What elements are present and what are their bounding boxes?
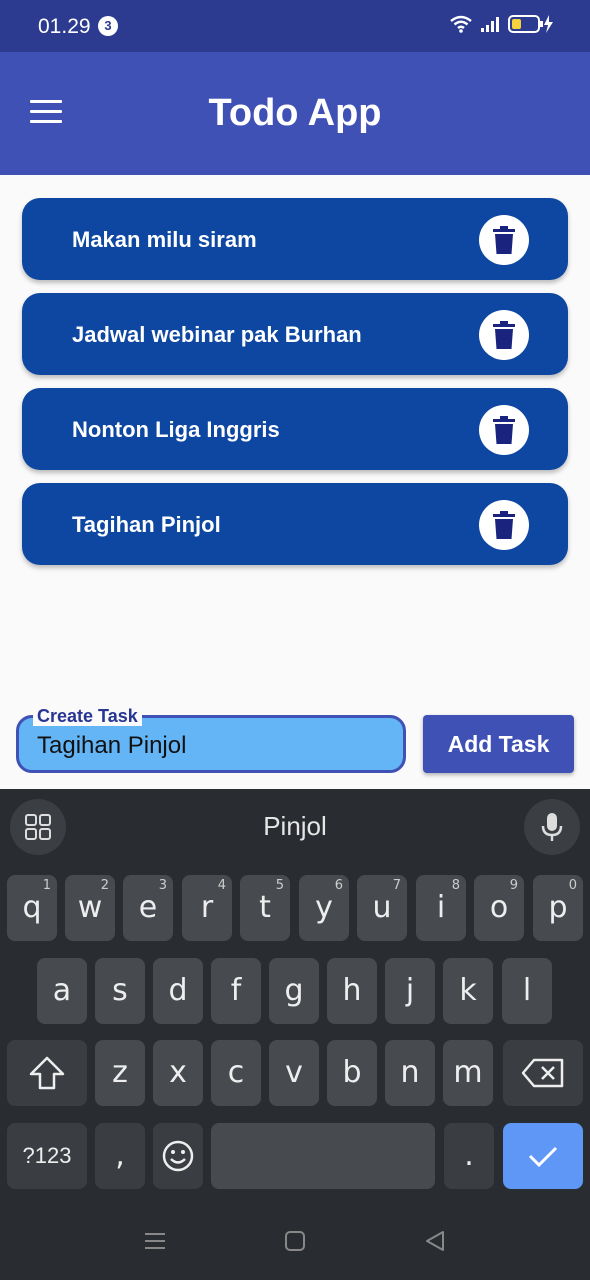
- key-r[interactable]: r4: [182, 875, 232, 941]
- key-u[interactable]: u7: [357, 875, 407, 941]
- emoji-key[interactable]: [153, 1123, 203, 1189]
- key-z[interactable]: z: [95, 1040, 145, 1106]
- key-j[interactable]: j: [385, 958, 435, 1024]
- key-w[interactable]: w2: [65, 875, 115, 941]
- key-n[interactable]: n: [385, 1040, 435, 1106]
- delete-task-button[interactable]: [479, 215, 529, 265]
- backspace-key[interactable]: [503, 1040, 583, 1106]
- key-y[interactable]: y6: [299, 875, 349, 941]
- trash-icon: [493, 226, 515, 254]
- create-task-field[interactable]: Create Task: [16, 706, 406, 773]
- wifi-icon: [450, 15, 472, 33]
- key-o[interactable]: o9: [474, 875, 524, 941]
- key-t[interactable]: t5: [240, 875, 290, 941]
- shift-key[interactable]: [7, 1040, 87, 1106]
- system-nav-bar: [0, 1210, 590, 1280]
- task-label: Nonton Liga Inggris: [72, 417, 280, 442]
- trash-icon: [493, 321, 515, 349]
- key-l[interactable]: l: [502, 958, 552, 1024]
- shift-icon: [29, 1056, 65, 1090]
- task-label: Makan milu siram: [72, 227, 257, 252]
- key-p[interactable]: p0: [533, 875, 583, 941]
- trash-icon: [493, 511, 515, 539]
- microphone-icon[interactable]: [524, 799, 580, 855]
- key-e[interactable]: e3: [123, 875, 173, 941]
- comma-key[interactable]: ,: [95, 1123, 145, 1189]
- add-task-button[interactable]: Add Task: [423, 715, 574, 773]
- delete-task-button[interactable]: [479, 500, 529, 550]
- symbols-key[interactable]: ?123: [7, 1123, 87, 1189]
- home-icon[interactable]: [284, 1230, 306, 1252]
- period-key[interactable]: .: [444, 1123, 494, 1189]
- task-item[interactable]: Nonton Liga Inggris: [22, 388, 568, 470]
- key-c[interactable]: c: [211, 1040, 261, 1106]
- task-label: Tagihan Pinjol: [72, 512, 221, 537]
- trash-icon: [493, 416, 515, 444]
- keyboard: Pinjol q1 w2 e3 r4 t5 y6 u7 i8 o9 p0 a s…: [0, 789, 590, 1280]
- status-icons: [450, 14, 554, 34]
- key-g[interactable]: g: [269, 958, 319, 1024]
- task-item[interactable]: Makan milu siram: [22, 198, 568, 280]
- notification-badge: 3: [98, 16, 118, 36]
- key-b[interactable]: b: [327, 1040, 377, 1106]
- create-task-label: Create Task: [33, 706, 142, 726]
- backspace-icon: [521, 1058, 564, 1088]
- key-i[interactable]: i8: [416, 875, 466, 941]
- delete-task-button[interactable]: [479, 405, 529, 455]
- key-s[interactable]: s: [95, 958, 145, 1024]
- task-item[interactable]: Tagihan Pinjol: [22, 483, 568, 565]
- create-task-input[interactable]: [37, 732, 387, 760]
- enter-key[interactable]: [503, 1123, 583, 1189]
- recent-apps-icon[interactable]: [144, 1230, 166, 1252]
- app-title: Todo App: [208, 92, 382, 134]
- keyboard-suggestion[interactable]: Pinjol: [0, 811, 590, 842]
- status-time: 01.29: [38, 15, 91, 38]
- key-v[interactable]: v: [269, 1040, 319, 1106]
- task-item[interactable]: Jadwal webinar pak Burhan: [22, 293, 568, 375]
- task-label: Jadwal webinar pak Burhan: [72, 322, 362, 347]
- key-d[interactable]: d: [153, 958, 203, 1024]
- status-bar: 01.29 3: [0, 0, 590, 52]
- battery-charging-icon: [508, 15, 553, 33]
- key-h[interactable]: h: [327, 958, 377, 1024]
- key-x[interactable]: x: [153, 1040, 203, 1106]
- key-q[interactable]: q1: [7, 875, 57, 941]
- emoji-icon: [162, 1140, 194, 1172]
- key-f[interactable]: f: [211, 958, 261, 1024]
- checkmark-icon: [528, 1146, 558, 1168]
- key-a[interactable]: a: [37, 958, 87, 1024]
- back-icon[interactable]: [424, 1230, 446, 1252]
- delete-task-button[interactable]: [479, 310, 529, 360]
- app-bar: Todo App: [0, 52, 590, 175]
- signal-icon: [481, 17, 499, 32]
- key-k[interactable]: k: [443, 958, 493, 1024]
- task-list: Makan milu siram Jadwal webinar pak Burh…: [22, 198, 568, 578]
- space-key[interactable]: [211, 1123, 435, 1189]
- key-m[interactable]: m: [443, 1040, 493, 1106]
